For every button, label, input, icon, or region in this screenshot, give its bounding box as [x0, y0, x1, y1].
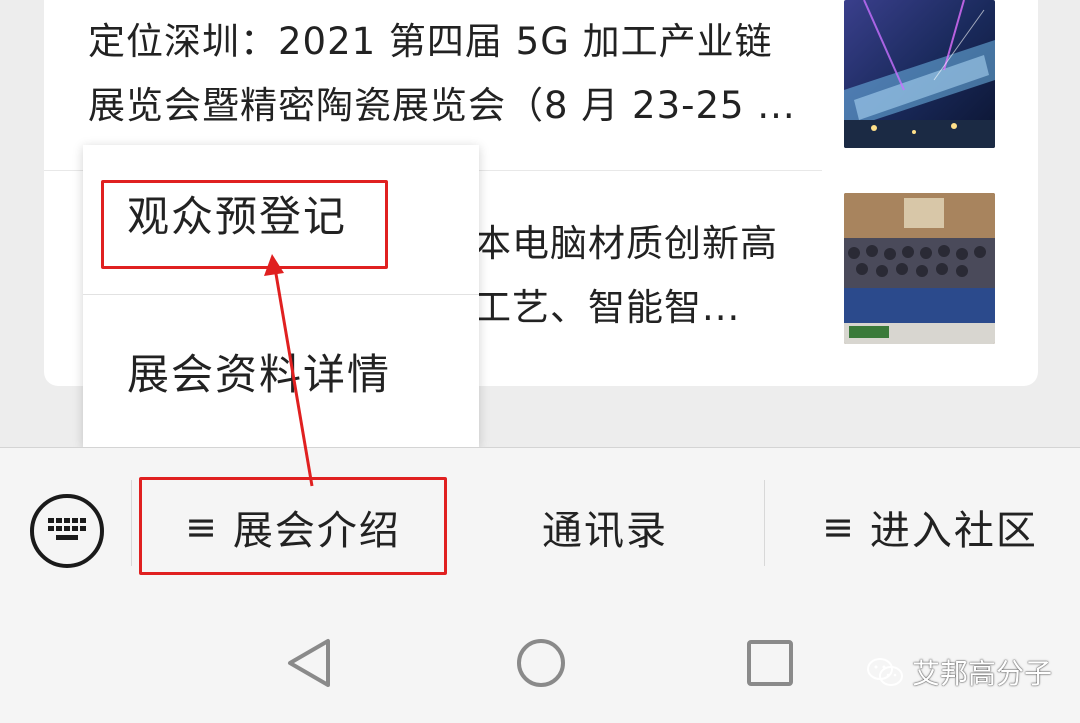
conference-audience-image[interactable]	[844, 193, 995, 344]
wechat-icon	[867, 658, 903, 686]
tab-community[interactable]: ≡ 进入社区	[780, 478, 1080, 576]
article-title[interactable]: 定位深圳：2021 第四届 5G 加工产业链展览会暨精密陶瓷展览会（8 月 23…	[88, 10, 808, 138]
menu-item-exhibition-details[interactable]: 展会资料详情	[83, 296, 479, 446]
recent-square-icon[interactable]	[746, 639, 794, 687]
divider	[764, 480, 765, 566]
annotation-highlight-box	[139, 477, 447, 575]
tab-contacts[interactable]: 通讯录	[470, 478, 740, 576]
divider	[131, 480, 132, 566]
watermark: 艾邦高分子	[866, 650, 1052, 694]
exhibition-hall-image[interactable]	[844, 0, 995, 148]
keyboard-toggle-button[interactable]	[30, 494, 104, 568]
menu-lines-icon: ≡	[822, 505, 856, 549]
article-title[interactable]: 本电脑材质创新高 工艺、智能智...	[474, 212, 804, 340]
back-triangle-icon[interactable]	[286, 637, 332, 689]
keyboard-icon	[48, 518, 86, 540]
home-circle-icon[interactable]	[515, 637, 567, 689]
annotation-highlight-box	[101, 180, 388, 269]
